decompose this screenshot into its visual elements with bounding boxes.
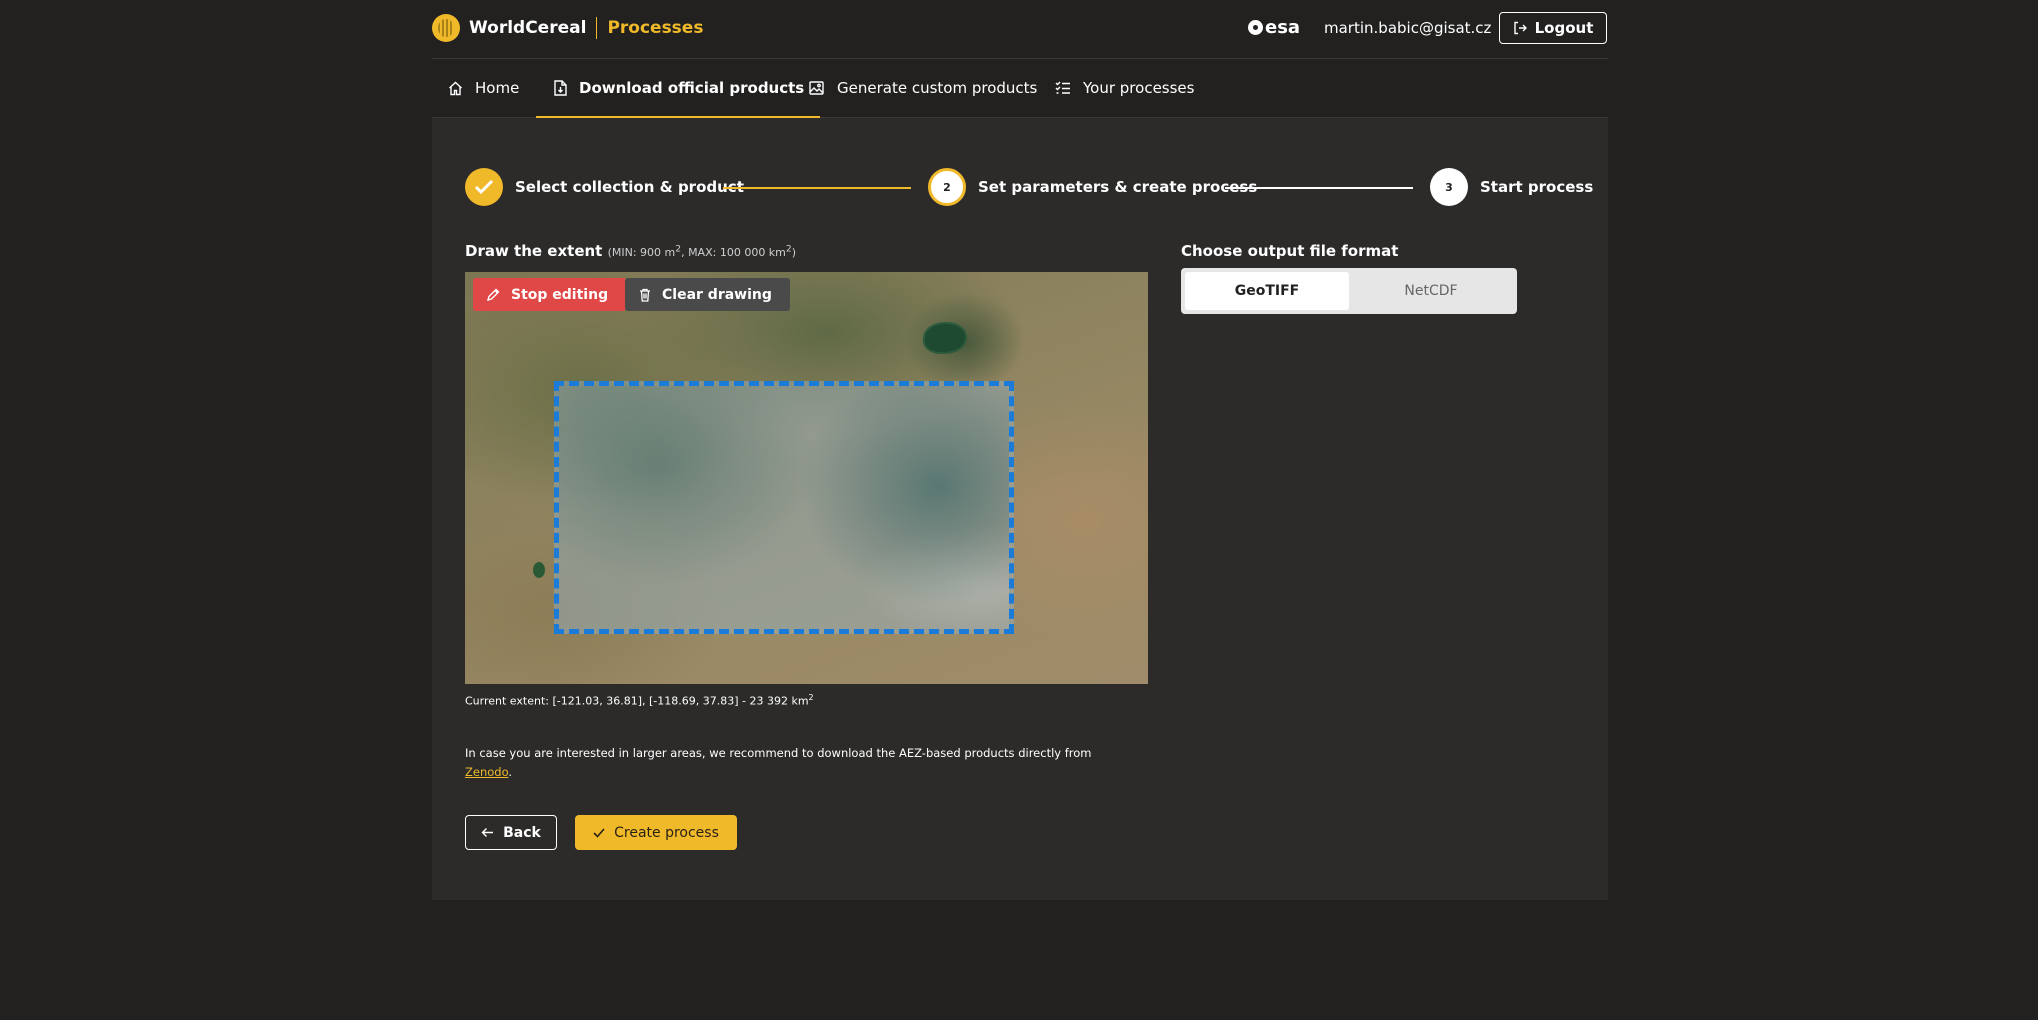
home-icon: [449, 81, 462, 95]
step-1-label: Select collection & product: [515, 178, 744, 196]
info-text: In case you are interested in larger are…: [465, 746, 1092, 760]
top-bar: WorldCereal Processes esa martin.babic@g…: [432, 0, 1608, 59]
user-email: martin.babic@gisat.cz: [1324, 19, 1492, 37]
esa-label: esa: [1265, 17, 1301, 38]
pencil-icon: [487, 288, 500, 301]
tab-home[interactable]: Home: [448, 59, 519, 117]
tab-home-label: Home: [475, 79, 520, 97]
format-option-geotiff[interactable]: GeoTIFF: [1185, 272, 1349, 310]
arrow-left-icon: [481, 828, 494, 837]
step-2-number: 2: [943, 180, 951, 194]
tab-generate-custom-products[interactable]: Generate custom products: [809, 59, 1037, 117]
map-reservoir: [533, 562, 545, 578]
drawn-extent-rectangle[interactable]: [554, 381, 1014, 634]
check-icon: [593, 827, 605, 838]
trash-icon: [640, 288, 650, 302]
app-root: WorldCereal Processes esa martin.babic@g…: [432, 0, 1608, 900]
stop-editing-label: Stop editing: [511, 286, 609, 303]
tab-generate-label: Generate custom products: [837, 79, 1038, 97]
checklist-icon: [1055, 81, 1070, 94]
brand[interactable]: WorldCereal Processes: [432, 14, 703, 42]
step-2-current: 2: [928, 168, 966, 206]
image-edit-icon: [809, 80, 824, 95]
zenodo-link[interactable]: Zenodo: [465, 765, 508, 779]
extent-map[interactable]: Stop editing Clear drawing: [465, 272, 1148, 684]
step-3-label: Start process: [1480, 178, 1594, 196]
tab-download-label: Download official products: [579, 79, 805, 97]
extent-heading: Draw the extent (MIN: 900 m2, MAX: 100 0…: [465, 242, 796, 260]
back-button[interactable]: Back: [465, 815, 557, 850]
step-3-number: 3: [1445, 180, 1453, 194]
download-file-icon: [554, 80, 567, 96]
content-panel: Select collection & product 2 Set parame…: [432, 118, 1608, 900]
step-2-label: Set parameters & create process: [978, 178, 1258, 196]
logout-label: Logout: [1534, 19, 1594, 37]
tab-download-official-products[interactable]: Download official products: [536, 59, 821, 119]
check-icon: [474, 179, 494, 195]
current-extent: Current extent: [-121.03, 36.81], [-118.…: [465, 693, 814, 708]
output-format-title: Choose output file format: [1181, 242, 1399, 260]
info-end: .: [508, 765, 513, 779]
back-label: Back: [503, 824, 541, 841]
step-3-pending: 3: [1430, 168, 1468, 206]
create-process-label: Create process: [614, 824, 719, 841]
extent-limits: (MIN: 900 m2, MAX: 100 000 km2): [607, 243, 797, 259]
esa-mark-icon: [1248, 20, 1263, 35]
extent-title: Draw the extent: [465, 242, 603, 260]
clear-drawing-label: Clear drawing: [662, 286, 772, 303]
larger-areas-info: In case you are interested in larger are…: [465, 744, 1105, 782]
tab-your-processes[interactable]: Your processes: [1055, 59, 1194, 117]
map-lake: [923, 322, 967, 354]
clear-drawing-button[interactable]: Clear drawing: [625, 278, 790, 311]
current-extent-text: Current extent: [-121.03, 36.81], [-118.…: [465, 694, 809, 708]
worldcereal-logo-icon: [432, 14, 460, 42]
output-format-toggle: GeoTIFF NetCDF: [1181, 268, 1517, 314]
tab-processes-label: Your processes: [1083, 79, 1195, 97]
step-1-complete: [465, 168, 503, 206]
main-tabs: Home Download official products Generate…: [432, 59, 1608, 119]
esa-logo: esa: [1248, 17, 1300, 38]
create-process-button[interactable]: Create process: [575, 815, 737, 850]
brand-divider: [596, 17, 598, 39]
stop-editing-button[interactable]: Stop editing: [473, 278, 627, 311]
step-connector-2: [1225, 187, 1413, 189]
step-connector-1: [723, 187, 911, 189]
format-option-netcdf[interactable]: NetCDF: [1349, 272, 1513, 310]
brand-subtitle: Processes: [607, 18, 704, 38]
current-extent-sup: 2: [808, 693, 814, 702]
logout-button[interactable]: Logout: [1499, 12, 1607, 44]
brand-name: WorldCereal: [469, 18, 587, 38]
logout-icon: [1513, 21, 1527, 35]
